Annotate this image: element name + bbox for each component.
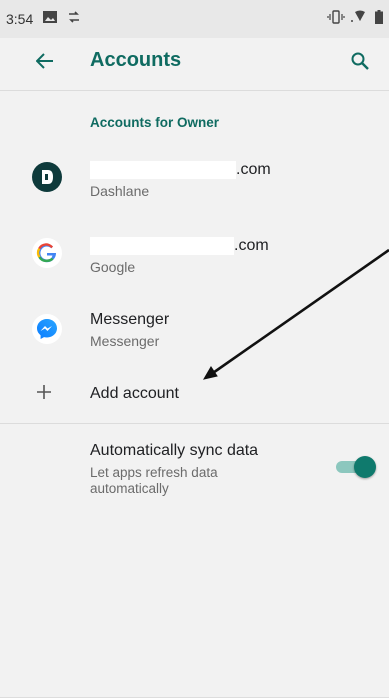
app-bar: Accounts [0,38,389,91]
sync-subtitle: Let apps refresh data automatically [90,465,218,496]
account-item-messenger[interactable]: Messenger Messenger [0,300,389,370]
vibrate-icon [327,10,345,29]
status-left-icons [43,10,81,29]
search-icon [351,52,369,75]
image-icon [43,10,58,28]
account-type: Google [90,259,136,275]
status-bar: 3:54 [0,0,389,38]
plus-icon [36,381,52,405]
account-email: .com [90,237,269,255]
status-right-icons [327,10,383,29]
dashlane-icon [32,162,62,192]
back-arrow-icon [35,52,54,74]
wifi-icon [349,10,371,29]
sync-icon [67,10,81,29]
account-type: Messenger [90,333,160,349]
section-header: Accounts for Owner [90,115,220,130]
account-item-google[interactable]: .com Google [0,224,389,294]
status-time: 3:54 [6,11,34,27]
toggle-thumb [354,456,376,478]
account-name: Messenger [90,311,170,328]
divider [0,423,389,424]
add-account-label: Add account [90,385,179,402]
sync-toggle[interactable] [336,456,376,478]
account-item-dashlane[interactable]: .com Dashlane [0,148,389,218]
redacted-email [90,237,234,255]
account-email: .com [90,161,271,179]
back-button[interactable] [30,48,60,78]
add-account-button[interactable]: Add account [0,375,389,415]
redacted-email [90,161,236,179]
sync-title: Automatically sync data [90,442,259,459]
page-title: Accounts [90,49,182,71]
search-button[interactable] [345,48,375,78]
sync-setting-row[interactable]: Automatically sync data Let apps refresh… [0,436,389,516]
google-icon [32,238,62,268]
battery-icon [375,10,383,29]
account-type: Dashlane [90,183,150,199]
messenger-icon [32,314,62,344]
